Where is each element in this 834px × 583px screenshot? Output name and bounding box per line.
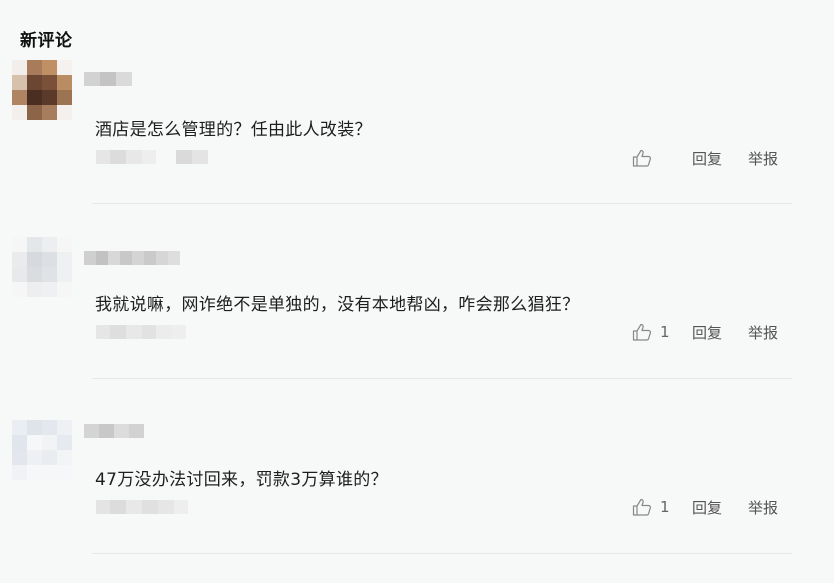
like-button[interactable] [632,149,686,167]
username[interactable] [84,251,180,265]
divider [92,378,792,379]
avatar[interactable] [12,237,72,297]
comment-text: 酒店是怎么管理的？任由此人改装？ [95,120,372,140]
comment-text: 47万没办法讨回来，罚款3万算谁的？ [95,470,388,490]
comment-item: 我就说嘛，网诈绝不是单独的，没有本地帮凶，咋会那么猖狂？ 1 回复 举报 [0,233,834,408]
comment-item: 酒店是怎么管理的？任由此人改装？ 回复 举报 [0,58,834,233]
reply-button[interactable]: 回复 [692,148,742,169]
divider [92,203,792,204]
thumbs-up-icon [632,323,651,341]
like-count: 1 [660,498,670,516]
reply-button[interactable]: 回复 [692,322,742,343]
comment-meta [96,323,186,341]
comment-meta [96,498,188,516]
comment-actions: 1 回复 举报 [632,495,782,519]
username[interactable] [84,424,144,438]
like-count: 1 [660,323,670,341]
username[interactable] [84,72,132,86]
report-button[interactable]: 举报 [748,497,782,518]
comment-meta [96,148,208,166]
report-button[interactable]: 举报 [748,148,782,169]
thumbs-up-icon [632,498,651,516]
divider [92,553,792,554]
avatar[interactable] [12,60,72,120]
comment-actions: 回复 举报 [632,146,782,170]
comment-text: 我就说嘛，网诈绝不是单独的，没有本地帮凶，咋会那么猖狂？ [95,295,580,315]
reply-button[interactable]: 回复 [692,497,742,518]
comment-item: 47万没办法讨回来，罚款3万算谁的？ 1 回复 举报 [0,408,834,583]
comment-actions: 1 回复 举报 [632,320,782,344]
avatar[interactable] [12,420,72,480]
like-button[interactable]: 1 [632,323,686,341]
like-button[interactable]: 1 [632,498,686,516]
thumbs-up-icon [632,149,651,167]
report-button[interactable]: 举报 [748,322,782,343]
section-title: 新评论 [20,31,73,51]
